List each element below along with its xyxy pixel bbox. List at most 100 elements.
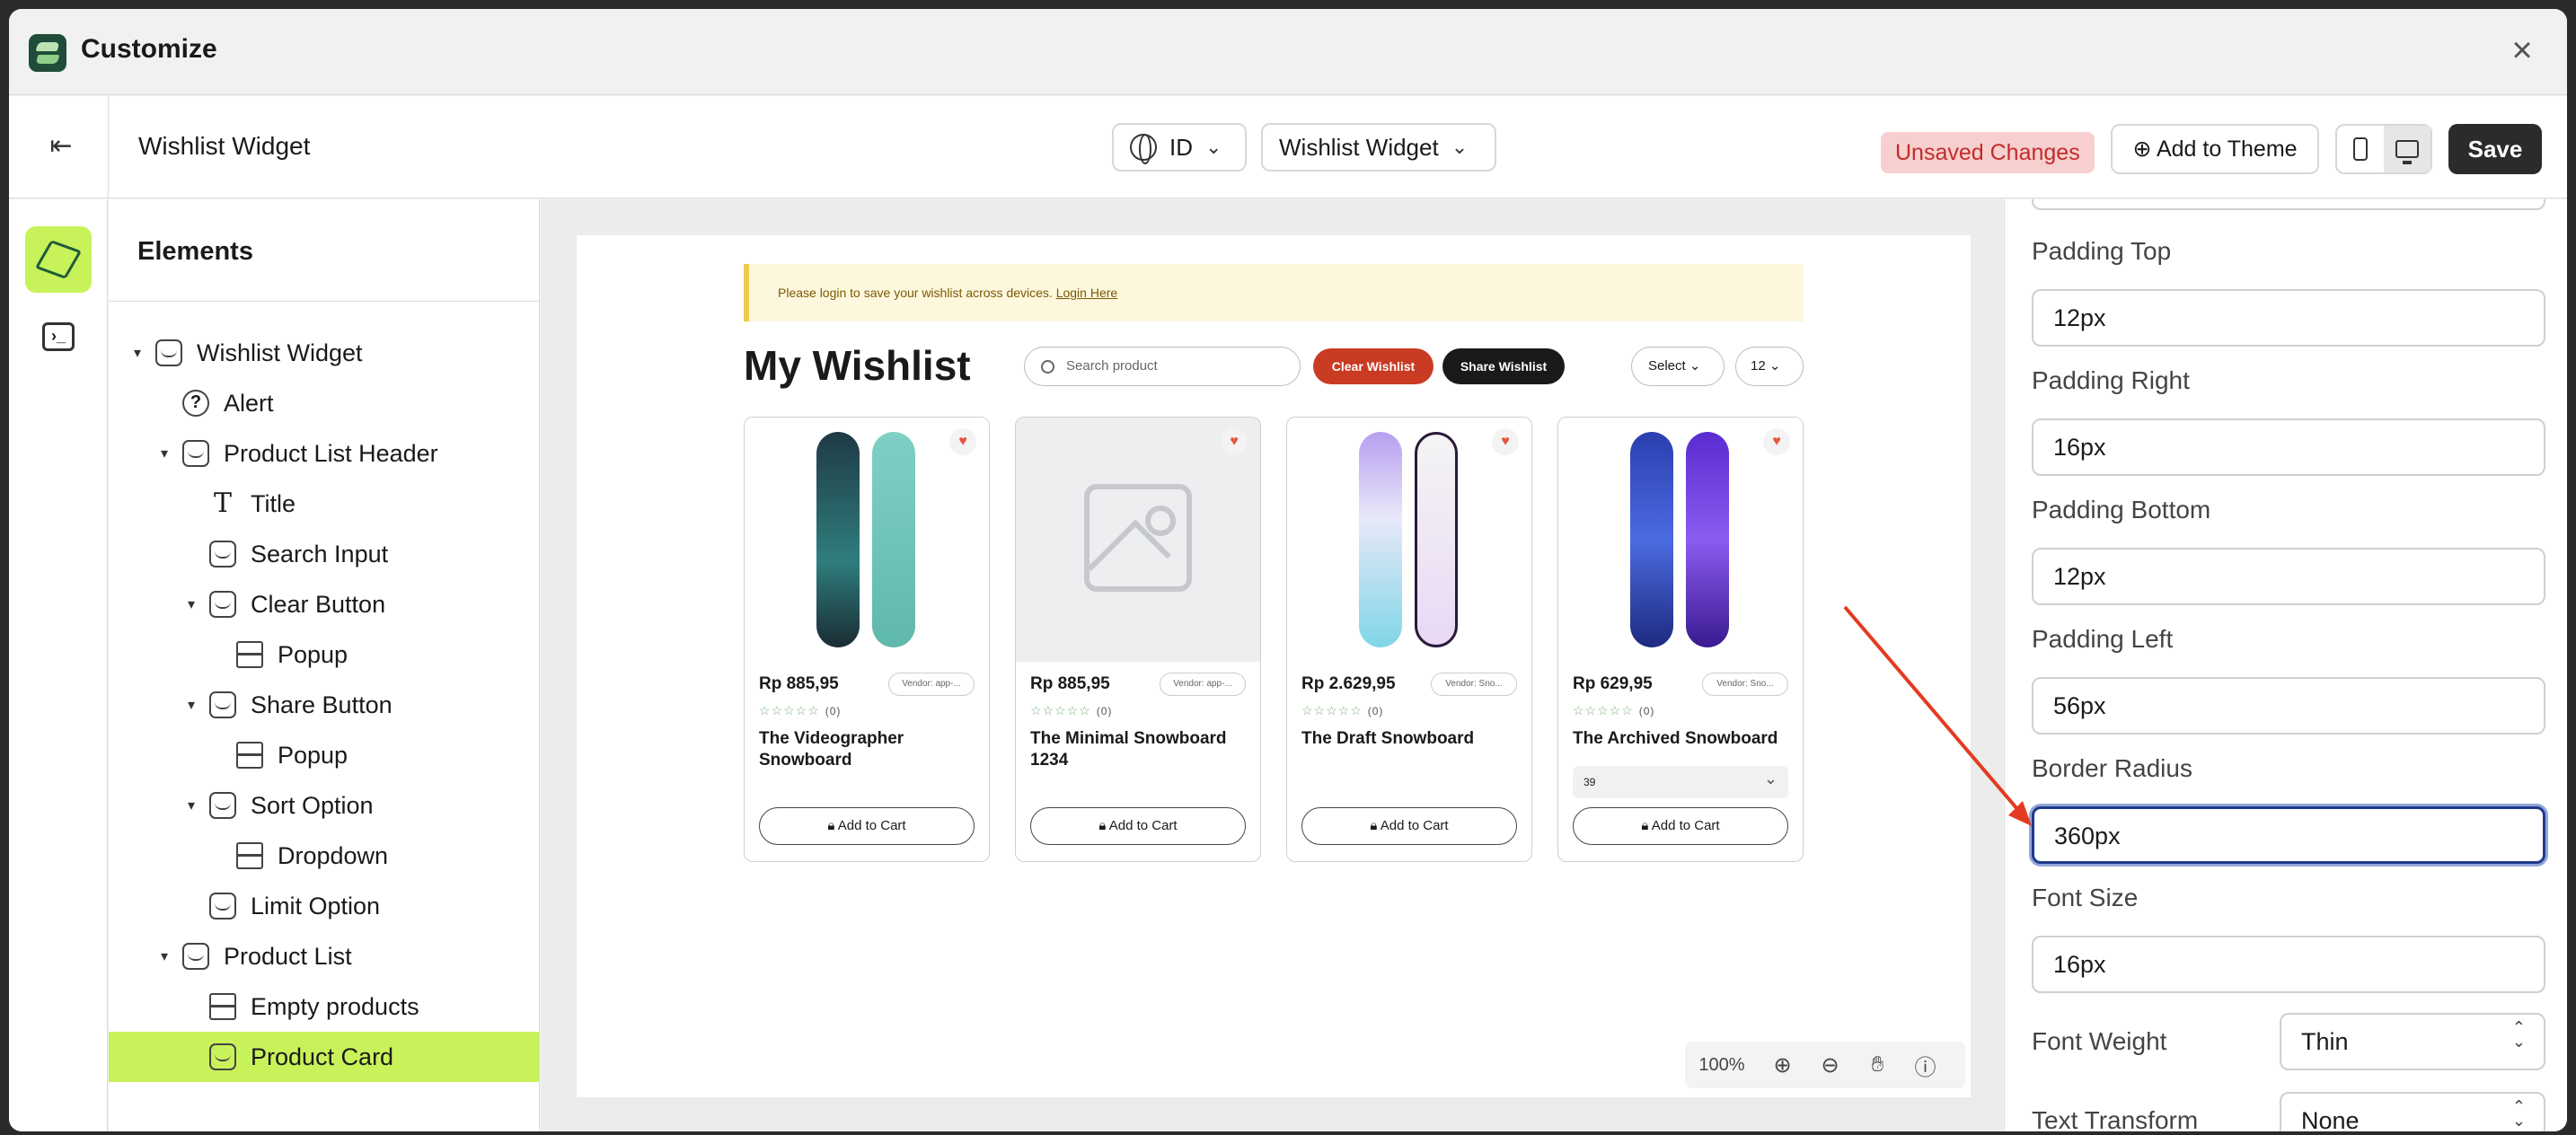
product-name[interactable]: The Archived Snowboard xyxy=(1573,728,1788,750)
rows-icon xyxy=(236,742,263,769)
caret-down-icon[interactable]: ▾ xyxy=(182,796,200,814)
vendor-badge: Vendor: app-... xyxy=(888,673,975,696)
variant-select[interactable]: 39 xyxy=(1573,762,1788,798)
tree-item-sort-option[interactable]: ▾ Sort Option xyxy=(109,780,539,831)
caret-down-icon[interactable]: ▾ xyxy=(182,696,200,714)
block-icon xyxy=(209,591,236,618)
page-name: Wishlist Widget xyxy=(138,132,311,160)
block-icon xyxy=(182,943,209,970)
caret-down-icon[interactable]: ▾ xyxy=(182,595,200,613)
desktop-view-button[interactable] xyxy=(2384,126,2430,172)
product-price: Rp 2.629,95 xyxy=(1301,674,1396,693)
rows-icon xyxy=(236,641,263,668)
rating-stars: ☆☆☆☆☆ (0) xyxy=(1030,703,1113,717)
product-name[interactable]: The Videographer Snowboard xyxy=(759,728,975,771)
tree-item-clear-button[interactable]: ▾ Clear Button xyxy=(109,579,539,629)
tree-item-product-list[interactable]: ▾ Product List xyxy=(109,931,539,981)
save-button[interactable]: Save xyxy=(2448,124,2542,174)
border-radius-input[interactable]: 360px xyxy=(2032,806,2545,864)
caret-down-icon[interactable]: ▾ xyxy=(155,444,173,462)
search-input[interactable]: Search product xyxy=(1024,347,1301,386)
heart-icon[interactable]: ♥ xyxy=(1492,428,1519,455)
product-name[interactable]: The Minimal Snowboard 1234 xyxy=(1030,728,1246,771)
properties-panel: Padding Top 12px Padding Right 16px Padd… xyxy=(2004,199,2567,1131)
tree-item-popup[interactable]: Popup xyxy=(109,730,539,780)
hand-icon[interactable]: ✋︎ xyxy=(1854,1052,1901,1078)
padding-right-input[interactable]: 16px xyxy=(2032,418,2545,476)
padding-right-label: Padding Right xyxy=(2032,366,2190,394)
exit-icon[interactable]: ⇤ xyxy=(45,130,77,163)
tree-item-empty-products[interactable]: Empty products xyxy=(109,981,539,1032)
language-select[interactable]: ID ⌄ xyxy=(1112,123,1247,172)
padding-left-input[interactable]: 56px xyxy=(2032,677,2545,735)
tree-item-popup[interactable]: Popup xyxy=(109,629,539,680)
text-transform-label: Text Transform xyxy=(2032,1106,2199,1131)
tree-item-wishlist-widget[interactable]: ▾ Wishlist Widget xyxy=(109,328,539,378)
elements-title: Elements xyxy=(137,237,253,266)
close-icon[interactable]: × xyxy=(2504,32,2540,68)
vendor-badge: Vendor: Sno... xyxy=(1702,673,1788,696)
add-to-cart-button[interactable]: 🔒︎ Add to Cart xyxy=(1301,807,1517,845)
help-circle-icon: ? xyxy=(182,390,209,417)
product-name[interactable]: The Draft Snowboard xyxy=(1301,728,1517,750)
desktop-icon xyxy=(2395,140,2419,164)
font-size-input[interactable]: 16px xyxy=(2032,936,2545,993)
phone-icon xyxy=(2353,137,2368,161)
chevron-down-icon: ⌄ xyxy=(1205,136,1222,158)
icon-rail: ›_ xyxy=(9,199,108,1131)
font-weight-select[interactable]: Thin xyxy=(2280,1013,2545,1070)
mobile-view-button[interactable] xyxy=(2337,126,2384,172)
add-to-cart-button[interactable]: 🔒︎ Add to Cart xyxy=(1573,807,1788,845)
chevron-down-icon: ⌄ xyxy=(1769,358,1781,374)
vendor-badge: Vendor: app-... xyxy=(1160,673,1246,696)
rows-icon xyxy=(236,842,263,869)
app-title: Customize xyxy=(81,34,217,64)
sort-select[interactable]: Select ⌄ xyxy=(1631,347,1725,386)
previous-field[interactable] xyxy=(2032,199,2545,210)
zoom-in-icon[interactable]: ⊕ xyxy=(1759,1052,1806,1078)
share-wishlist-button[interactable]: Share Wishlist xyxy=(1442,348,1565,384)
elements-tab-button[interactable] xyxy=(25,226,92,293)
product-card[interactable]: ♥ Rp 885,95 Vendor: app-... ☆☆☆☆☆ (0) The… xyxy=(744,417,990,862)
block-icon xyxy=(182,440,209,467)
toolbar: ⇤ Wishlist Widget ID ⌄ Wishlist Widget ⌄… xyxy=(9,96,2567,198)
tree-item-title[interactable]: T Title xyxy=(109,479,539,529)
tree-item-product-card[interactable]: Product Card xyxy=(109,1032,539,1082)
tree-item-limit-option[interactable]: Limit Option xyxy=(109,881,539,931)
block-icon xyxy=(209,541,236,568)
padding-top-input[interactable]: 12px xyxy=(2032,289,2545,347)
rows-icon xyxy=(209,993,236,1020)
caret-down-icon[interactable]: ▾ xyxy=(155,947,173,965)
product-image xyxy=(1558,418,1803,662)
zoom-out-icon[interactable]: ⊖ xyxy=(1806,1052,1854,1078)
widget-select[interactable]: Wishlist Widget ⌄ xyxy=(1261,123,1496,172)
tree-item-share-button[interactable]: ▾ Share Button xyxy=(109,680,539,730)
limit-select[interactable]: 12 ⌄ xyxy=(1735,347,1804,386)
text-transform-select[interactable]: None xyxy=(2280,1092,2545,1131)
caret-down-icon[interactable]: ▾ xyxy=(128,344,146,362)
heart-icon[interactable]: ♥ xyxy=(949,428,976,455)
add-to-theme-button[interactable]: ⊕ Add to Theme xyxy=(2111,124,2319,174)
add-to-cart-button[interactable]: 🔒︎ Add to Cart xyxy=(759,807,975,845)
tree-item-product-list-header[interactable]: ▾ Product List Header xyxy=(109,428,539,479)
heart-icon[interactable]: ♥ xyxy=(1763,428,1790,455)
block-icon xyxy=(209,691,236,718)
product-image xyxy=(745,418,989,662)
tree-item-search-input[interactable]: Search Input xyxy=(109,529,539,579)
heart-icon[interactable]: ♥ xyxy=(1221,428,1248,455)
login-link[interactable]: Login Here xyxy=(1056,286,1118,300)
product-image xyxy=(1287,418,1531,662)
block-icon xyxy=(209,792,236,819)
tree-item-alert[interactable]: ? Alert xyxy=(109,378,539,428)
product-card[interactable]: ♥ Rp 629,95 Vendor: Sno... ☆☆☆☆☆ (0) The … xyxy=(1557,417,1804,862)
product-card[interactable]: ♥ Rp 885,95 Vendor: app-... ☆☆☆☆☆ (0) The… xyxy=(1015,417,1261,862)
code-tab-button[interactable]: ›_ xyxy=(25,304,92,370)
product-card[interactable]: ♥ Rp 2.629,95 Vendor: Sno... ☆☆☆☆☆ (0) Th… xyxy=(1286,417,1532,862)
clear-wishlist-button[interactable]: Clear Wishlist xyxy=(1313,348,1434,384)
plus-circle-icon: ⊕ xyxy=(2132,136,2152,162)
tree-item-dropdown[interactable]: Dropdown xyxy=(109,831,539,881)
padding-bottom-input[interactable]: 12px xyxy=(2032,548,2545,605)
help-icon[interactable]: ⓘ xyxy=(1901,1050,1949,1081)
add-to-cart-button[interactable]: 🔒︎ Add to Cart xyxy=(1030,807,1246,845)
block-icon xyxy=(209,1043,236,1070)
